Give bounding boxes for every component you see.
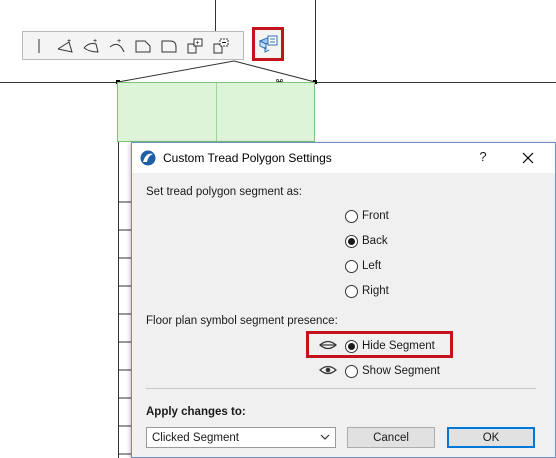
radio-button[interactable]	[345, 284, 358, 298]
eye-open-icon	[319, 365, 337, 375]
radio-label: Front	[362, 210, 389, 222]
radio-label: Hide Segment	[362, 340, 435, 352]
cancel-button[interactable]: Cancel	[347, 427, 435, 448]
line-icon[interactable]	[27, 34, 51, 58]
radio-label: Show Segment	[362, 365, 440, 377]
cancel-button-label: Cancel	[373, 431, 409, 444]
radio-show-segment[interactable]: Show Segment	[345, 363, 440, 379]
radio-button[interactable]	[345, 259, 358, 273]
radio-label: Back	[362, 235, 388, 247]
radio-button[interactable]	[345, 209, 358, 223]
arc-three-point-icon[interactable]: +	[53, 34, 77, 58]
chamfer-icon[interactable]	[131, 34, 155, 58]
radio-right[interactable]: Right	[345, 283, 389, 299]
ok-button[interactable]: OK	[447, 427, 535, 448]
svg-text:+: +	[196, 40, 200, 47]
subtract-polygon-icon[interactable]	[209, 34, 233, 58]
dialog-body: Set tread polygon segment as: Front Back…	[132, 173, 555, 457]
radio-label: Left	[362, 260, 382, 272]
radio-hide-segment[interactable]: Hide Segment	[345, 338, 435, 354]
help-button[interactable]: ?	[473, 149, 493, 167]
apply-changes-label: Apply changes to:	[146, 406, 246, 418]
close-icon[interactable]	[518, 148, 538, 168]
apply-changes-select[interactable]: Clicked Segment	[146, 427, 336, 448]
select-value: Clicked Segment	[152, 431, 239, 444]
custom-settings-icon[interactable]	[252, 27, 284, 61]
svg-text:+: +	[117, 38, 121, 45]
radio-label: Right	[362, 285, 389, 297]
radio-back[interactable]: Back	[345, 233, 388, 249]
radio-button[interactable]	[345, 234, 358, 248]
chevron-down-icon	[320, 434, 330, 440]
radio-button[interactable]	[345, 339, 358, 353]
ok-button-label: OK	[482, 431, 500, 444]
presence-section-label: Floor plan symbol segment presence:	[146, 315, 338, 327]
dialog-title: Custom Tread Polygon Settings	[163, 151, 332, 165]
radio-left[interactable]: Left	[345, 258, 381, 274]
svg-text:+: +	[93, 38, 97, 45]
radio-front[interactable]: Front	[345, 208, 389, 224]
tread-polygon[interactable]	[117, 82, 315, 142]
arc-tangent-icon[interactable]: +	[79, 34, 103, 58]
add-polygon-icon[interactable]: +	[183, 34, 207, 58]
stair-step-lines	[118, 142, 132, 458]
svg-text:+: +	[67, 38, 71, 45]
eye-closed-icon	[319, 340, 337, 350]
divider	[146, 388, 536, 389]
pet-palette-toolbar: + + + +	[22, 31, 244, 60]
segment-section-label: Set tread polygon segment as:	[146, 186, 302, 198]
dialog-titlebar[interactable]: Custom Tread Polygon Settings ?	[132, 143, 555, 173]
arc-curve-icon[interactable]: +	[105, 34, 129, 58]
archicad-app-icon	[140, 150, 156, 166]
fillet-icon[interactable]	[157, 34, 181, 58]
custom-tread-polygon-settings-dialog: Custom Tread Polygon Settings ? Set trea…	[131, 142, 556, 458]
radio-button[interactable]	[345, 364, 358, 378]
